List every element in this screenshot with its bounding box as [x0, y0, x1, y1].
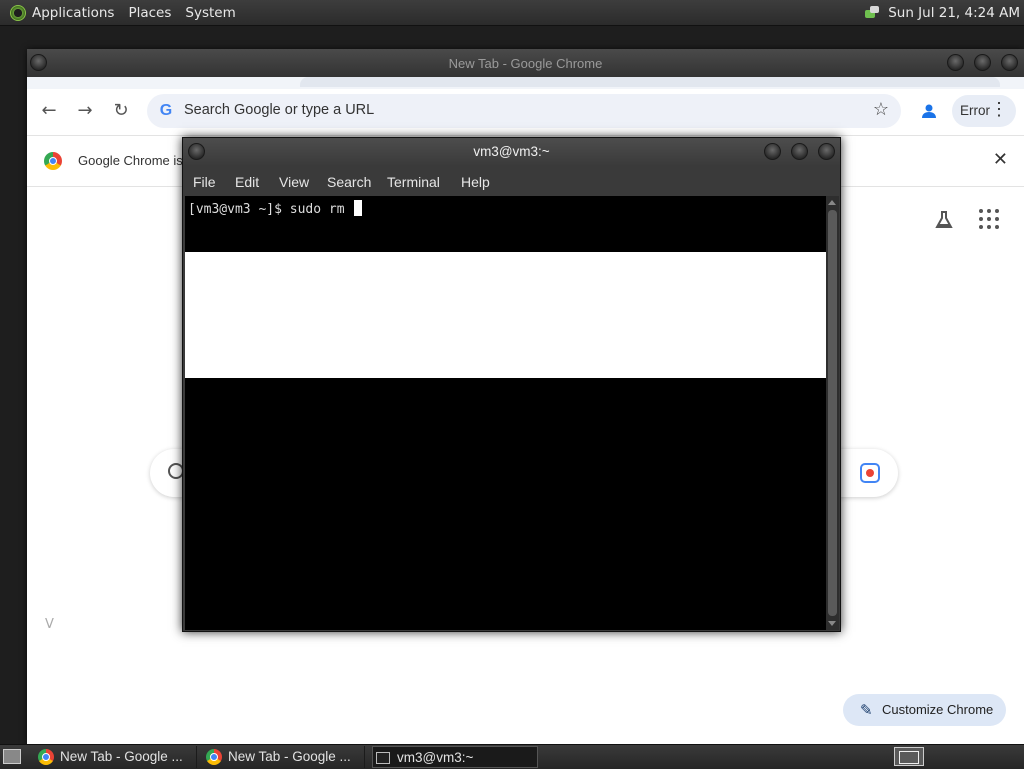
infobar-close-icon[interactable]: ✕	[993, 149, 1008, 170]
terminal-command-text: [vm3@vm3 ~]$ sudo rm	[188, 202, 353, 217]
google-g-icon: G	[159, 102, 173, 119]
scroll-down-icon[interactable]	[828, 621, 836, 626]
profile-error-chip[interactable]: Error ⋮	[952, 95, 1016, 127]
omnibox[interactable]: G Search Google or type a URL ☆	[147, 94, 901, 128]
terminal-menu-edit[interactable]: Edit	[235, 174, 259, 190]
show-desktop-icon[interactable]	[3, 749, 21, 764]
reload-icon[interactable]: ↻	[109, 99, 133, 123]
tab-strip	[27, 77, 1024, 89]
scroll-up-icon[interactable]	[828, 200, 836, 205]
terminal-menu-search[interactable]: Search	[327, 174, 371, 190]
top-panel: Applications Places System Sun Jul 21, 4…	[0, 0, 1024, 26]
tab[interactable]	[300, 77, 1000, 87]
google-apps-icon[interactable]	[979, 209, 999, 229]
taskbar-item-label: vm3@vm3:~	[397, 750, 474, 765]
bottom-taskbar: New Tab - Google ... New Tab - Google ..…	[0, 744, 1024, 769]
customize-chrome-label: Customize Chrome	[882, 702, 994, 717]
taskbar-item-chrome-1[interactable]: New Tab - Google ...	[36, 746, 197, 768]
forward-icon[interactable]: →	[73, 99, 97, 123]
terminal-close-icon[interactable]	[818, 143, 835, 160]
terminal-screen[interactable]: [vm3@vm3 ~]$ sudo rm	[185, 196, 826, 630]
terminal-prompt-line: [vm3@vm3 ~]$ sudo rm	[188, 200, 363, 217]
terminal-window: vm3@vm3:~ File Edit View Search Terminal…	[182, 137, 841, 632]
terminal-menu-terminal[interactable]: Terminal	[387, 174, 440, 190]
clock[interactable]: Sun Jul 21, 4:24 AM	[888, 5, 1020, 21]
menu-system[interactable]: System	[185, 5, 235, 21]
labs-flask-icon[interactable]	[933, 209, 955, 231]
taskbar-item-label: New Tab - Google ...	[60, 749, 183, 764]
minimize-icon[interactable]	[947, 54, 964, 71]
chrome-icon	[38, 749, 54, 765]
chrome-icon	[206, 749, 222, 765]
chrome-titlebar[interactable]: New Tab - Google Chrome	[27, 49, 1024, 77]
workspace-switcher-icon[interactable]	[894, 747, 924, 766]
kebab-menu-icon[interactable]: ⋮	[990, 99, 1008, 120]
omnibox-placeholder[interactable]: Search Google or type a URL	[184, 102, 374, 118]
network-icon[interactable]	[864, 5, 880, 20]
error-label: Error	[960, 103, 990, 118]
taskbar-item-chrome-2[interactable]: New Tab - Google ...	[204, 746, 365, 768]
terminal-scrollbar[interactable]	[826, 196, 839, 630]
pencil-icon: ✎	[860, 702, 873, 719]
partial-text: V	[45, 617, 54, 632]
terminal-menubar: File Edit View Search Terminal Help	[183, 166, 840, 196]
rendering-artifact-band	[185, 252, 826, 378]
chrome-toolbar: ← → ↻ G Search Google or type a URL ☆ Er…	[27, 89, 1024, 136]
profile-icon[interactable]	[920, 102, 938, 120]
back-icon[interactable]: ←	[37, 99, 61, 123]
terminal-window-title: vm3@vm3:~	[473, 144, 550, 159]
menu-places[interactable]: Places	[128, 5, 171, 21]
taskbar-item-terminal[interactable]: vm3@vm3:~	[372, 746, 538, 768]
google-lens-icon[interactable]	[860, 463, 880, 483]
terminal-minimize-icon[interactable]	[764, 143, 781, 160]
gnome-foot-icon[interactable]	[10, 4, 26, 21]
maximize-icon[interactable]	[974, 54, 991, 71]
terminal-menu-file[interactable]: File	[193, 174, 216, 190]
terminal-menu-view[interactable]: View	[279, 174, 309, 190]
terminal-cursor	[354, 200, 363, 216]
chrome-logo-icon	[44, 152, 62, 170]
terminal-icon	[376, 752, 390, 764]
taskbar-item-label: New Tab - Google ...	[228, 749, 351, 764]
terminal-menu-help[interactable]: Help	[461, 174, 490, 190]
terminal-maximize-icon[interactable]	[791, 143, 808, 160]
system-tray: Sun Jul 21, 4:24 AM	[864, 0, 1020, 25]
customize-chrome-button[interactable]: ✎ Customize Chrome	[843, 694, 1006, 726]
bookmark-star-icon[interactable]: ☆	[873, 99, 889, 120]
scrollbar-thumb[interactable]	[828, 210, 837, 616]
chrome-window-title: New Tab - Google Chrome	[448, 56, 603, 71]
infobar-message: Google Chrome isn't	[78, 153, 197, 168]
menu-applications[interactable]: Applications	[32, 5, 114, 21]
close-icon[interactable]	[1001, 54, 1018, 71]
terminal-titlebar[interactable]: vm3@vm3:~	[183, 138, 840, 166]
